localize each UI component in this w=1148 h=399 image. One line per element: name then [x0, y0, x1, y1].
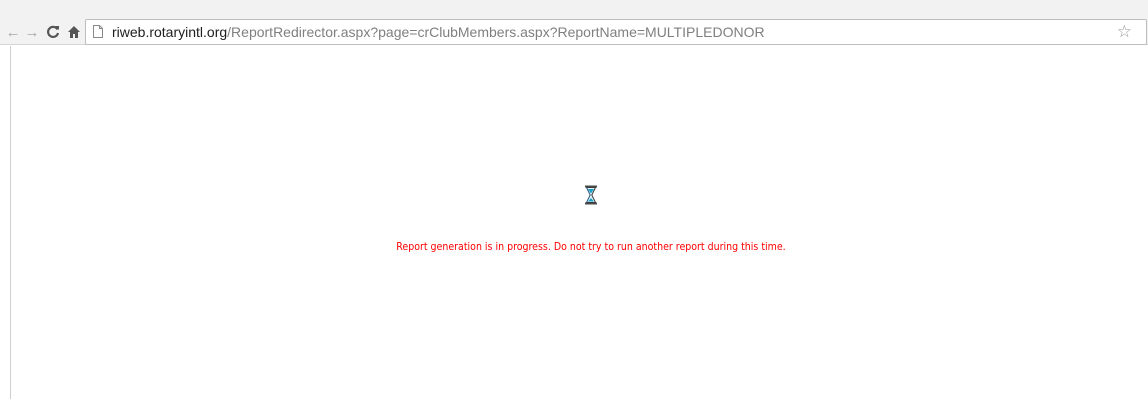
address-bar[interactable]: riweb.rotaryintl.org/ReportRedirector.as…: [85, 19, 1147, 45]
hourglass-icon: [585, 185, 597, 205]
url-path: /ReportRedirector.aspx?page=crClubMember…: [227, 24, 765, 40]
forward-arrow-icon[interactable]: →: [24, 22, 40, 42]
page-icon: [93, 25, 103, 38]
back-arrow-icon[interactable]: ←: [5, 22, 21, 42]
page-content: Report generation is in progress. Do not…: [10, 46, 1148, 399]
url-text[interactable]: riweb.rotaryintl.org/ReportRedirector.as…: [112, 24, 765, 40]
reload-icon[interactable]: [43, 22, 63, 42]
report-progress-message: Report generation is in progress. Do not…: [396, 241, 786, 253]
url-host: riweb.rotaryintl.org: [112, 24, 228, 40]
bookmark-star-icon[interactable]: ☆: [1117, 23, 1132, 40]
home-icon[interactable]: [64, 22, 84, 42]
browser-toolbar: ← → riweb.rotaryintl.org/ReportRedirecto…: [0, 0, 1148, 45]
